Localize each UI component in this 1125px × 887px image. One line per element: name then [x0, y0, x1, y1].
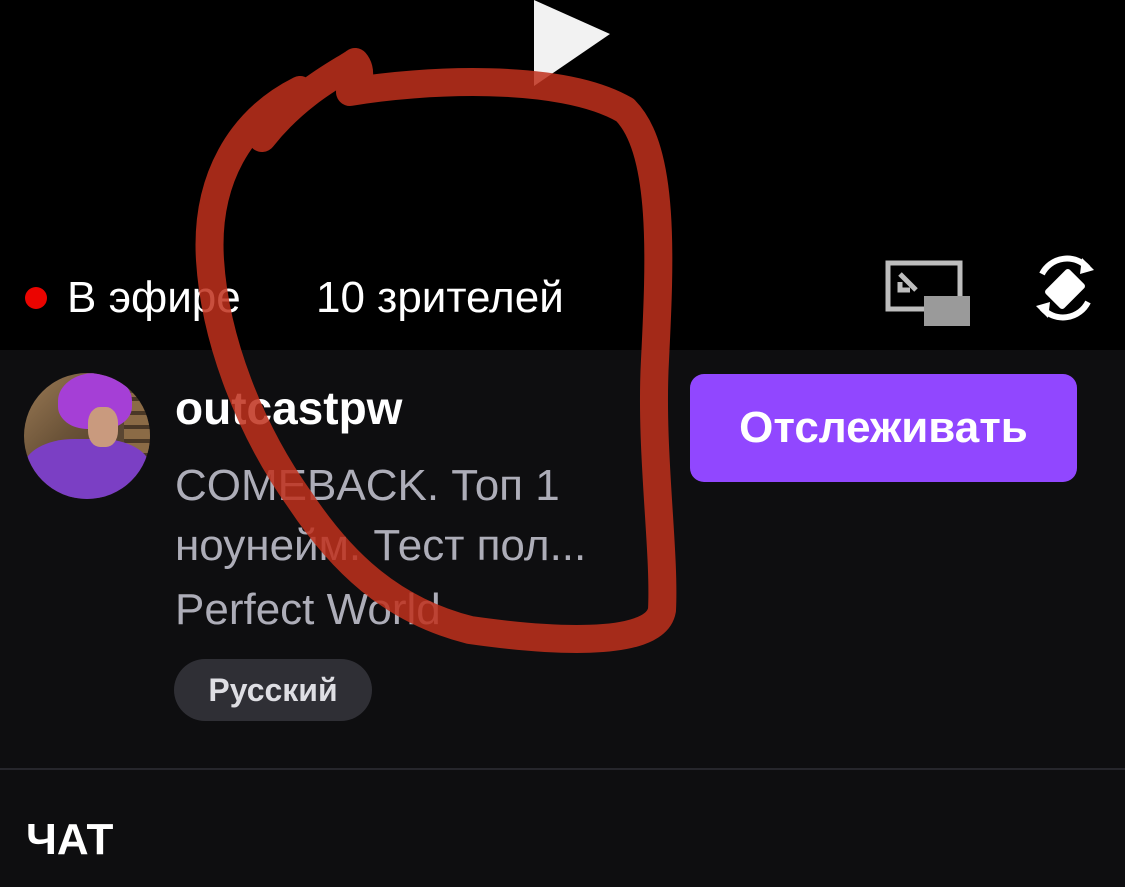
picture-in-picture-icon[interactable]	[884, 260, 974, 330]
video-player[interactable]: В эфире 10 зрителей	[0, 0, 1125, 350]
channel-username[interactable]: outcastpw	[175, 380, 402, 436]
channel-avatar[interactable]	[24, 373, 150, 499]
chat-header: ЧАТ	[26, 815, 114, 864]
stream-category[interactable]: Perfect World	[175, 582, 441, 638]
stream-title: COMEBACK. Топ 1 ноунейм. Тест пол...	[175, 461, 587, 570]
divider	[0, 768, 1125, 770]
live-indicator-dot	[25, 287, 47, 309]
viewer-count: 10 зрителей	[316, 273, 564, 322]
language-tag[interactable]: Русский	[174, 659, 372, 721]
live-label: В эфире	[67, 273, 241, 322]
follow-button[interactable]: Отслеживать	[690, 374, 1077, 482]
rotate-screen-icon[interactable]	[1032, 252, 1098, 324]
play-icon[interactable]	[532, 0, 612, 88]
